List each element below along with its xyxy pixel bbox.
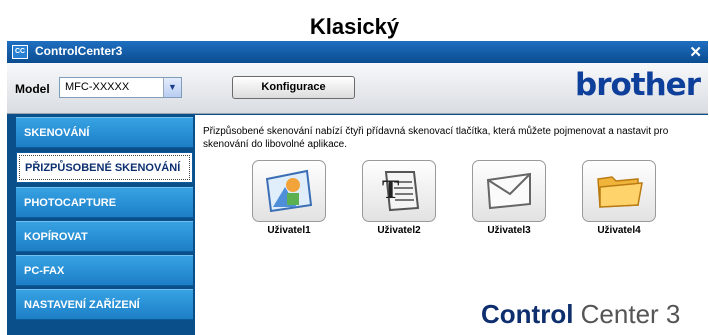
sidebar: SKENOVÁNÍ PŘIZPŮSOBENÉ SKENOVÁNÍ PHOTOCA… [16,117,193,335]
user3-tile[interactable] [472,160,546,222]
user1-tile[interactable] [252,160,326,222]
image-icon [265,169,313,213]
toolbar: Model MFC-XXXXX ▼ Konfigurace brother [7,63,708,114]
model-label: Model [15,82,50,96]
sidebar-item-custom-scan[interactable]: PŘIZPŮSOBENÉ SKENOVÁNÍ [16,152,193,183]
sidebar-item-scan[interactable]: SKENOVÁNÍ [16,117,193,148]
user3-button[interactable]: Uživatel3 [469,160,549,236]
user2-button[interactable]: T Uživatel2 [359,160,439,236]
user4-label: Uživatel4 [597,225,641,236]
brother-logo: brother [575,67,701,103]
sidebar-item-photocapture[interactable]: PHOTOCAPTURE [16,187,193,218]
main-panel: Přizpůsobené skenování nabízí čtyři příd… [195,115,708,335]
user2-label: Uživatel2 [377,225,421,236]
description-text: Přizpůsobené skenování nabízí čtyři příd… [203,126,669,150]
logo-bold-text: Control [481,299,574,329]
app-icon: CC [12,45,28,59]
sidebar-item-pc-fax[interactable]: PC-FAX [16,255,193,286]
sidebar-item-copy[interactable]: KOPÍROVAT [16,221,193,252]
model-value: MFC-XXXXX [65,81,130,93]
controlcenter-window: CC ControlCenter3 ✕ Model MFC-XXXXX ▼ Ko… [7,41,708,335]
window-title: ControlCenter3 [35,44,123,58]
user1-label: Uživatel1 [267,225,311,236]
envelope-icon [486,172,531,210]
user1-button[interactable]: Uživatel1 [249,160,329,236]
text-document-icon: T [382,171,420,212]
user4-tile[interactable] [582,160,656,222]
configure-button[interactable]: Konfigurace [232,76,355,99]
page-caption: Klasický [309,14,400,39]
controlcenter-logo: Control Center 3 [481,299,680,330]
logo-light-text: Center 3 [573,299,681,329]
svg-text:T: T [382,175,399,204]
user4-button[interactable]: Uživatel4 [579,160,659,236]
user2-tile[interactable]: T [362,160,436,222]
title-bar: CC ControlCenter3 ✕ [7,41,708,63]
folder-icon [597,176,643,208]
chevron-down-icon[interactable]: ▼ [163,78,181,97]
user3-label: Uživatel3 [487,225,531,236]
sidebar-item-device-settings[interactable]: NASTAVENÍ ZAŘÍZENÍ [16,289,193,320]
model-dropdown[interactable]: MFC-XXXXX ▼ [59,77,182,98]
close-icon[interactable]: ✕ [689,43,702,61]
